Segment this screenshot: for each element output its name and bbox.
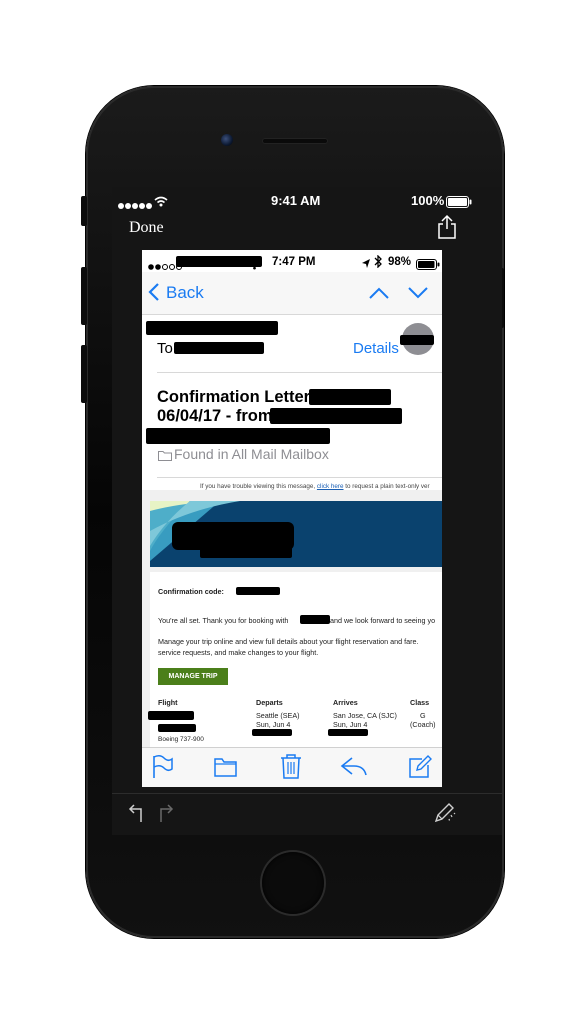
subject-line-1: Confirmation Letter <box>157 388 311 406</box>
wifi-icon <box>154 194 168 212</box>
battery-icon <box>446 195 472 213</box>
redaction <box>270 408 402 424</box>
col-header-arrives: Arrives <box>333 698 358 707</box>
redaction <box>148 711 194 720</box>
compose-icon[interactable] <box>408 755 436 783</box>
redaction <box>146 428 330 444</box>
col-header-flight: Flight <box>158 698 178 707</box>
arrives-city: San Jose, CA (SJC) <box>333 711 397 720</box>
reply-icon[interactable] <box>340 756 368 784</box>
signal-icon <box>118 197 154 215</box>
details-button[interactable]: Details <box>353 340 399 357</box>
redo-icon[interactable] <box>156 803 174 828</box>
inner-status-time: 7:47 PM <box>272 256 316 268</box>
subject-line-2: 06/04/17 - from <box>157 407 273 425</box>
redaction <box>200 546 292 558</box>
manage-trip-button[interactable]: MANAGE TRIP <box>158 668 228 685</box>
arrives-date: Sun, Jun 4 <box>333 720 368 729</box>
redaction <box>252 729 292 736</box>
back-button[interactable]: Back <box>166 283 204 303</box>
earpiece-speaker <box>262 138 328 144</box>
mail-screenshot: 7:47 PM 98% Back To Details Confirmation… <box>142 250 442 787</box>
next-message-icon[interactable] <box>407 286 429 304</box>
divider <box>157 372 442 373</box>
col-header-class: Class <box>410 698 430 707</box>
volume-down-button <box>81 345 87 403</box>
redaction <box>328 729 368 736</box>
thanks-text-b: and we look forward to seeing yo <box>330 616 436 625</box>
redaction <box>309 389 391 405</box>
col-header-departs: Departs <box>256 698 283 707</box>
done-button[interactable]: Done <box>129 219 164 237</box>
volume-up-button <box>81 267 87 325</box>
to-label: To <box>157 340 173 357</box>
undo-icon[interactable] <box>128 803 146 828</box>
bluetooth-icon <box>374 254 382 273</box>
trash-icon[interactable] <box>279 753 307 781</box>
front-camera <box>221 134 233 146</box>
mailbox-location: Found in All Mail Mailbox <box>174 446 329 462</box>
redaction <box>158 724 196 732</box>
departs-date: Sun, Jun 4 <box>256 720 291 729</box>
confirmation-label: Confirmation code: <box>158 587 224 596</box>
departs-city: Seattle (SEA) <box>256 711 300 720</box>
class-name: (Coach) <box>410 720 436 729</box>
redaction <box>300 615 330 624</box>
inner-battery-percent: 98% <box>388 256 412 268</box>
previous-message-icon[interactable] <box>368 286 390 304</box>
click-here-link[interactable]: click here <box>317 483 344 490</box>
manage-text-2: service requests, and make changes to yo… <box>158 648 319 657</box>
thanks-text-a: You're all set. Thank you for booking wi… <box>158 616 289 625</box>
divider <box>112 793 502 794</box>
redaction <box>174 342 264 354</box>
aircraft-type: Boeing 737-900 <box>158 736 204 743</box>
plain-text-notice: If you have trouble viewing this message… <box>200 483 430 490</box>
share-icon[interactable] <box>436 214 458 245</box>
outer-battery-percent: 100% <box>411 193 445 208</box>
divider <box>157 477 442 478</box>
folder-icon <box>158 448 172 466</box>
manage-text-1: Manage your trip online and view full de… <box>158 637 419 646</box>
redaction <box>146 321 278 335</box>
outer-status-time: 9:41 AM <box>271 193 321 208</box>
markup-pen-icon[interactable] <box>432 801 456 830</box>
flag-icon[interactable] <box>150 754 178 782</box>
mute-switch <box>81 196 87 226</box>
back-chevron-icon[interactable] <box>148 282 160 307</box>
class-code: G <box>420 711 426 720</box>
redaction <box>400 335 434 345</box>
home-button[interactable] <box>262 852 324 914</box>
redaction <box>236 587 280 595</box>
folder-move-icon[interactable] <box>214 756 242 784</box>
